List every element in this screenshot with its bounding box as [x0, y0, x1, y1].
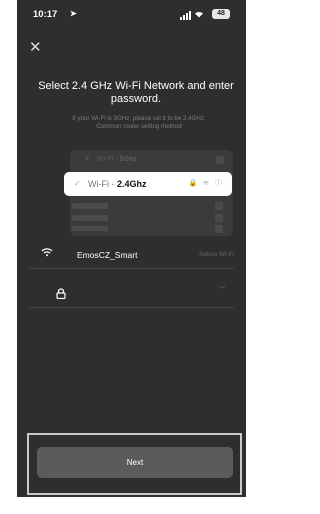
location-arrow-icon: ➤ — [70, 9, 77, 18]
cross-icon: ✕ — [84, 156, 90, 163]
hint-line-5ghz: If your Wi-Fi is 5GHz, please set it to … — [72, 115, 206, 122]
lock-icon — [56, 286, 66, 304]
password-field[interactable]: ﹀ — [41, 282, 234, 300]
wifi-network-field[interactable]: EmosCZ_Smart Select Wi-Fi — [41, 247, 234, 263]
illus-24-prefix: Wi-Fi - — [88, 179, 117, 189]
placeholder-square — [215, 202, 223, 210]
illus-5g-prefix: Wi-Fi - — [97, 156, 120, 163]
app-screen: 10:17 ➤ 48 ✕ Select 2.4 GHz Wi-Fi Networ… — [17, 0, 246, 497]
select-wifi-link[interactable]: Select Wi-Fi — [199, 247, 234, 263]
close-icon[interactable]: ✕ — [29, 40, 42, 55]
placeholder-bar — [72, 203, 108, 209]
wifi-status-icon — [194, 9, 204, 20]
illus-5g-band: 5Ghz — [119, 156, 137, 163]
cellular-signal-icon — [180, 11, 191, 20]
next-button[interactable]: Next — [37, 447, 233, 478]
illustration-row-5ghz: ✕ Wi-Fi - 5Ghz — [72, 154, 230, 166]
divider — [29, 268, 234, 269]
hint-text: If your Wi-Fi is 5GHz, please set it to … — [39, 115, 239, 131]
illustration-row-2-4ghz: ✓ Wi-Fi - 2.4Ghz 🔒 ≋ ⓘ — [64, 172, 232, 196]
battery-icon: 48 — [212, 9, 230, 19]
divider — [29, 307, 234, 308]
page-title: Select 2.4 GHz Wi-Fi Network and enter p… — [38, 80, 234, 105]
placeholder-square — [216, 156, 224, 164]
router-setting-link[interactable]: Common router setting method — [39, 123, 239, 131]
lock-wifi-info-icons: 🔒 ≋ ⓘ — [188, 180, 224, 187]
status-time: 10:17 — [33, 9, 58, 20]
placeholder-bar — [72, 215, 108, 221]
wifi-icon — [41, 247, 53, 263]
placeholder-bar — [72, 226, 108, 231]
chevron-down-icon[interactable]: ﹀ — [217, 283, 226, 296]
check-icon: ✓ — [74, 179, 81, 188]
placeholder-square — [215, 214, 223, 222]
illus-24-band: 2.4Ghz — [117, 179, 147, 189]
status-bar: 10:17 ➤ 48 — [17, 0, 246, 30]
network-name: EmosCZ_Smart — [77, 250, 138, 260]
placeholder-square — [215, 225, 223, 233]
